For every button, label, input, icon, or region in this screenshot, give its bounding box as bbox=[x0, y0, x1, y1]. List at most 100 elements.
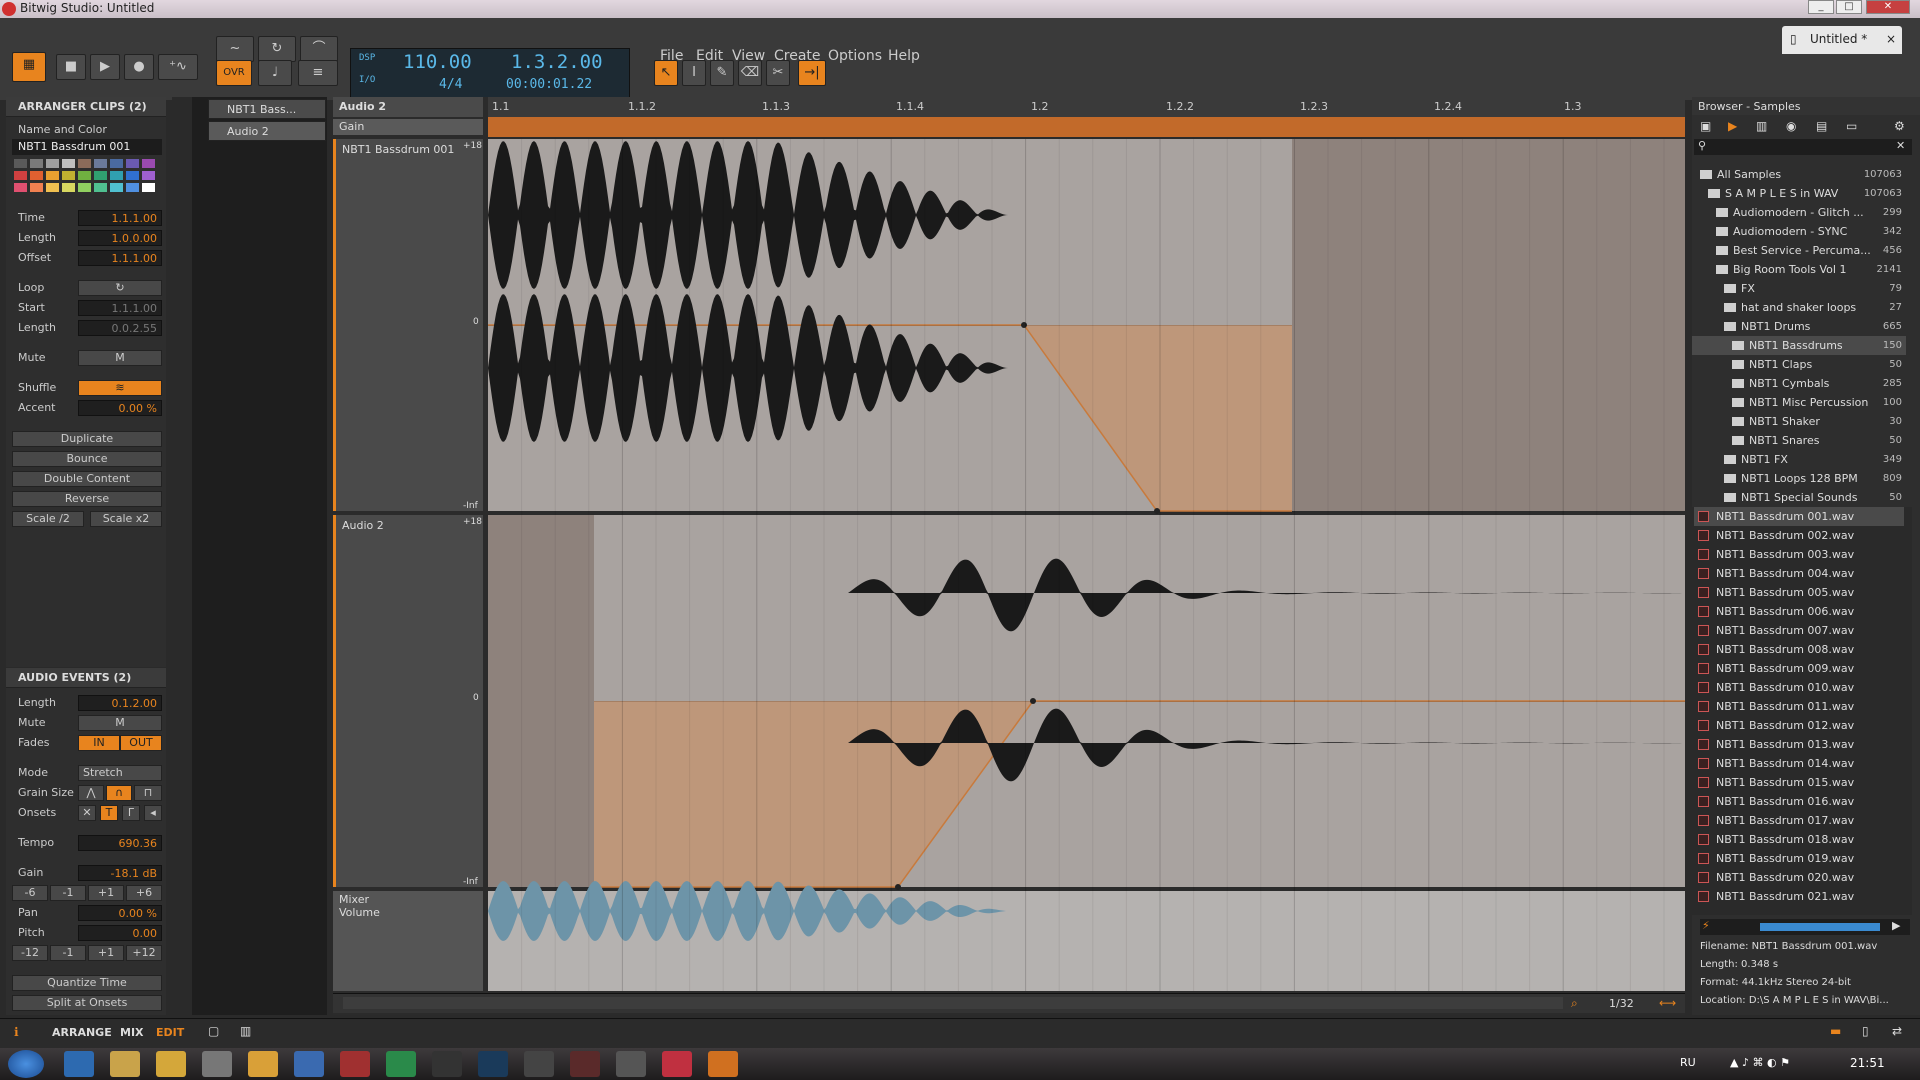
browser-tree-item[interactable]: Best Service - Percuma... 456 bbox=[1692, 241, 1906, 260]
pitch-step-minus12[interactable]: -12 bbox=[12, 945, 48, 961]
parameter-select[interactable]: Gain bbox=[333, 119, 483, 135]
pitch-value[interactable]: 0.00 bbox=[78, 925, 162, 941]
mode-select[interactable]: Stretch bbox=[78, 765, 162, 781]
color-swatch[interactable] bbox=[94, 183, 107, 192]
onsets-detect-icon[interactable]: T bbox=[100, 805, 118, 821]
photoshop-icon[interactable] bbox=[478, 1051, 508, 1077]
color-palette[interactable] bbox=[14, 159, 164, 197]
browser-tree-item[interactable]: Big Room Tools Vol 1 2141 bbox=[1692, 260, 1906, 279]
clip-name-field[interactable]: NBT1 Bassdrum 001 bbox=[12, 139, 162, 155]
pan-value[interactable]: 0.00 % bbox=[78, 905, 162, 921]
sample-file-item[interactable]: NBT1 Bassdrum 005.wav bbox=[1694, 583, 1904, 602]
length-value[interactable]: 1.0.0.00 bbox=[78, 230, 162, 246]
grid-view-button[interactable]: ▦ bbox=[12, 52, 46, 82]
scale-double-button[interactable]: Scale x2 bbox=[90, 511, 162, 527]
color-swatch[interactable] bbox=[110, 183, 123, 192]
grid-value[interactable]: 1/32 bbox=[1609, 997, 1634, 1010]
gain-step-minus1[interactable]: -1 bbox=[50, 885, 86, 901]
color-swatch[interactable] bbox=[62, 159, 75, 168]
play-button[interactable]: ▶ bbox=[90, 54, 120, 80]
color-swatch[interactable] bbox=[46, 183, 59, 192]
minimize-button[interactable]: _ bbox=[1808, 0, 1834, 14]
sample-file-item[interactable]: NBT1 Bassdrum 001.wav bbox=[1694, 507, 1904, 526]
knife-tool-icon[interactable]: ✂ bbox=[766, 60, 790, 86]
mix-view-tab[interactable]: MIX bbox=[120, 1026, 144, 1039]
clip-bar[interactable] bbox=[488, 117, 1685, 137]
sample-file-item[interactable]: NBT1 Bassdrum 015.wav bbox=[1694, 773, 1904, 792]
color-swatch[interactable] bbox=[30, 171, 43, 180]
accent-value[interactable]: 0.00 % bbox=[78, 400, 162, 416]
track-audio2[interactable]: Audio 2 bbox=[208, 121, 326, 141]
preview-player[interactable]: ⚡ ▶ bbox=[1700, 919, 1910, 935]
browser-tree-item[interactable]: NBT1 Cymbals 285 bbox=[1692, 374, 1906, 393]
pitch-step-minus1[interactable]: -1 bbox=[50, 945, 86, 961]
eraser-tool-icon[interactable]: ⌫ bbox=[738, 60, 762, 86]
sample-file-item[interactable]: NBT1 Bassdrum 011.wav bbox=[1694, 697, 1904, 716]
mute-button[interactable]: M bbox=[78, 350, 162, 366]
gain-step-plus1[interactable]: +1 bbox=[88, 885, 124, 901]
preview-play-icon[interactable]: ▶ bbox=[1892, 919, 1900, 932]
monitor-tab-icon[interactable]: ▭ bbox=[1846, 119, 1857, 133]
color-swatch[interactable] bbox=[126, 183, 139, 192]
app-icon[interactable] bbox=[432, 1051, 462, 1077]
loop-button[interactable]: ↻ bbox=[258, 36, 296, 62]
grain-large-icon[interactable]: ⊓ bbox=[134, 785, 162, 801]
preview-toggle-icon[interactable]: ⚡ bbox=[1702, 919, 1710, 932]
timeline-ruler[interactable]: 1.1 1.1.2 1.1.3 1.1.4 1.2 1.2.2 1.2.3 1.… bbox=[488, 97, 1685, 117]
color-swatch[interactable] bbox=[126, 159, 139, 168]
pitch-step-plus1[interactable]: +1 bbox=[88, 945, 124, 961]
arrange-view-tab[interactable]: ARRANGE bbox=[52, 1026, 112, 1039]
sample-file-item[interactable]: NBT1 Bassdrum 019.wav bbox=[1694, 849, 1904, 868]
color-swatch[interactable] bbox=[62, 171, 75, 180]
fade-in-button[interactable]: IN bbox=[78, 735, 120, 751]
position-display[interactable]: 1.3.2.00 bbox=[511, 51, 603, 73]
color-swatch[interactable] bbox=[142, 171, 155, 180]
close-tab-icon[interactable]: × bbox=[1886, 32, 1896, 46]
onsets-audition-icon[interactable]: ◂ bbox=[144, 805, 162, 821]
event-mute-button[interactable]: M bbox=[78, 715, 162, 731]
duplicate-button[interactable]: Duplicate bbox=[12, 431, 162, 447]
sample-file-item[interactable]: NBT1 Bassdrum 020.wav bbox=[1694, 868, 1904, 887]
explorer-icon[interactable] bbox=[110, 1051, 140, 1077]
app-icon[interactable] bbox=[616, 1051, 646, 1077]
browser-tree-item[interactable]: NBT1 Special Sounds 50 bbox=[1692, 488, 1906, 503]
color-swatch[interactable] bbox=[142, 159, 155, 168]
browser-tree-item[interactable]: All Samples 107063 bbox=[1692, 165, 1906, 184]
start-button[interactable] bbox=[8, 1050, 44, 1078]
sample-file-item[interactable]: NBT1 Bassdrum 008.wav bbox=[1694, 640, 1904, 659]
double-content-button[interactable]: Double Content bbox=[12, 471, 162, 487]
menu-help[interactable]: Help bbox=[888, 48, 920, 64]
zoom-icon[interactable]: ⌕ bbox=[1571, 996, 1578, 1011]
snap-icon[interactable]: ⟷ bbox=[1659, 996, 1676, 1010]
browser-tree-item[interactable]: hat and shaker loops 27 bbox=[1692, 298, 1906, 317]
sample-file-item[interactable]: NBT1 Bassdrum 006.wav bbox=[1694, 602, 1904, 621]
time-select-tool-icon[interactable]: I bbox=[682, 60, 706, 86]
sample-file-item[interactable]: NBT1 Bassdrum 013.wav bbox=[1694, 735, 1904, 754]
pointer-tool-icon[interactable]: ↖ bbox=[654, 60, 678, 86]
automation-write-button[interactable]: ⁺∿ bbox=[158, 54, 198, 80]
browser-tree-item[interactable]: NBT1 Loops 128 BPM 809 bbox=[1692, 469, 1906, 488]
color-swatch[interactable] bbox=[30, 183, 43, 192]
color-swatch[interactable] bbox=[14, 159, 27, 168]
sample-file-item[interactable]: NBT1 Bassdrum 009.wav bbox=[1694, 659, 1904, 678]
grain-small-icon[interactable]: ⋀ bbox=[78, 785, 104, 801]
tray-icons[interactable]: ▲ ♪ ⌘ ◐ ⚑ bbox=[1730, 1056, 1790, 1069]
color-swatch[interactable] bbox=[110, 171, 123, 180]
lane-header-nbt1[interactable]: NBT1 Bassdrum 001 bbox=[333, 139, 483, 511]
sample-file-item[interactable]: NBT1 Bassdrum 003.wav bbox=[1694, 545, 1904, 564]
color-swatch[interactable] bbox=[142, 183, 155, 192]
grain-medium-icon[interactable]: ∩ bbox=[106, 785, 132, 801]
devices-tab-icon[interactable]: ▣ bbox=[1700, 119, 1711, 133]
mixer-lane-header[interactable]: Mixer Volume bbox=[333, 891, 483, 991]
groove-button[interactable]: ~ bbox=[216, 36, 254, 62]
gain-value[interactable]: -18.1 dB bbox=[78, 865, 162, 881]
music-tab-icon[interactable]: ◉ bbox=[1786, 119, 1796, 133]
browser-tree-item[interactable]: NBT1 Misc Percussion 100 bbox=[1692, 393, 1906, 412]
browser-tree-item[interactable]: NBT1 Bassdrums 150 bbox=[1692, 336, 1906, 355]
reverse-button[interactable]: Reverse bbox=[12, 491, 162, 507]
onsets-add-icon[interactable]: Γ bbox=[122, 805, 140, 821]
presets-tab-icon[interactable]: ▥ bbox=[1756, 119, 1767, 133]
color-swatch[interactable] bbox=[30, 159, 43, 168]
layout-multi-icon[interactable]: ▥ bbox=[240, 1024, 251, 1038]
follow-playhead-button[interactable]: →| bbox=[798, 60, 826, 86]
